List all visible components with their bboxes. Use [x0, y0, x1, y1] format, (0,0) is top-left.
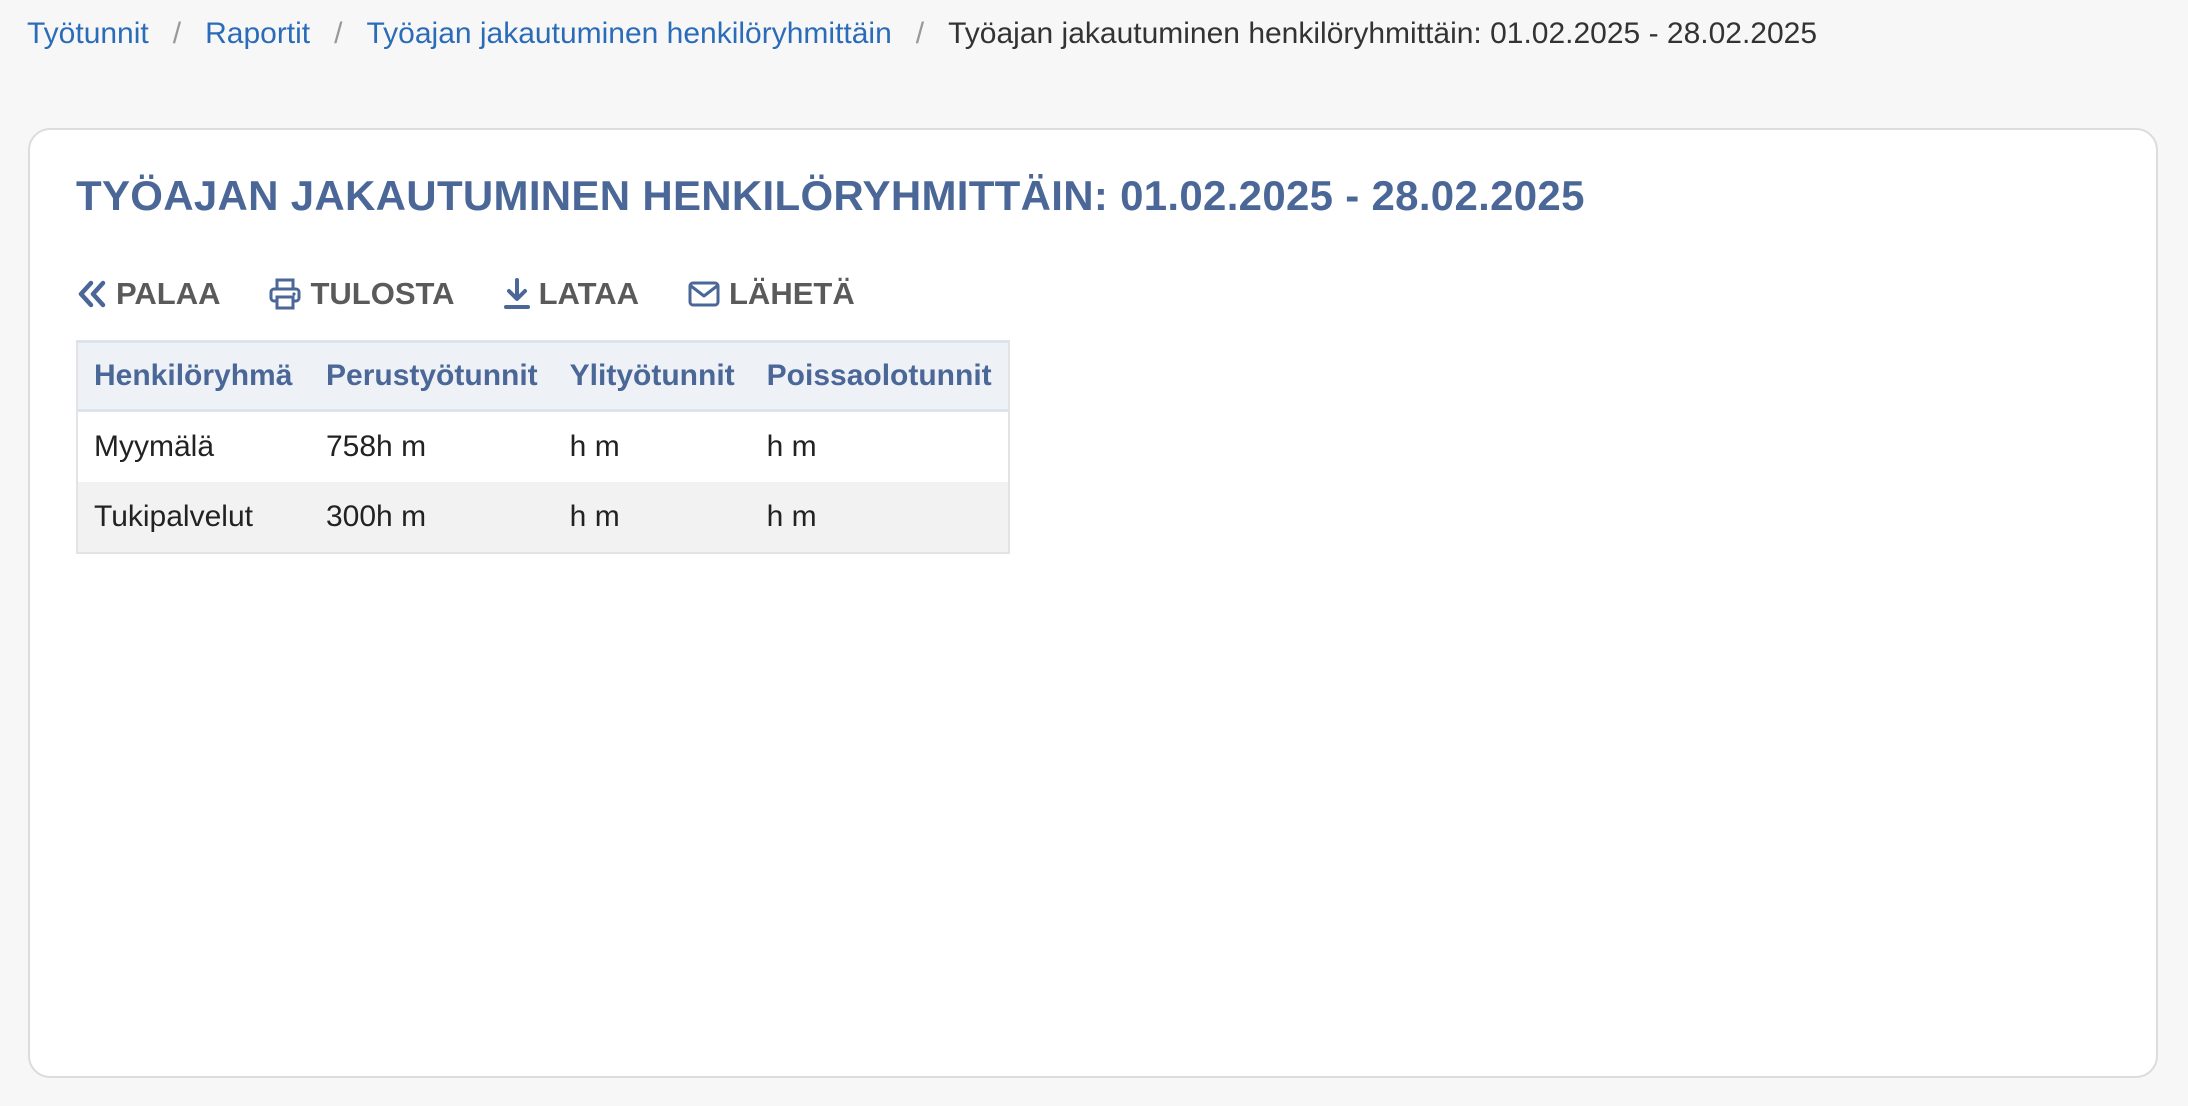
breadcrumb-link-tyotunnit[interactable]: Työtunnit	[27, 17, 149, 51]
back-button-label: PALAA	[116, 276, 221, 311]
breadcrumb-link-report-type[interactable]: Työajan jakautuminen henkilöryhmittäin	[366, 17, 891, 51]
report-table: Henkilöryhmä Perustyötunnit Ylityötunnit…	[76, 340, 1010, 554]
column-header-base-hours[interactable]: Perustyötunnit	[310, 340, 554, 412]
cell-base-hours: 758h m	[326, 430, 427, 463]
column-header-overtime[interactable]: Ylityötunnit	[553, 340, 751, 412]
breadcrumb-link-raportit[interactable]: Raportit	[205, 17, 310, 51]
cell-group: Myymälä	[94, 430, 215, 463]
cell-base-hours: 300h m	[310, 482, 554, 553]
breadcrumb-separator: /	[915, 17, 925, 50]
breadcrumb-separator: /	[334, 17, 343, 50]
envelope-icon	[687, 279, 721, 309]
cell-absence: h m	[750, 482, 1009, 553]
cell-overtime: h m	[553, 482, 751, 553]
column-header-absence[interactable]: Poissaolotunnit	[750, 340, 1009, 412]
report-toolbar: PALAA TULOSTA LATAA LÄHETÄ	[76, 272, 903, 316]
download-icon	[503, 277, 531, 311]
double-chevron-left-icon	[76, 278, 108, 310]
download-button-label: LATAA	[538, 276, 639, 311]
print-button[interactable]: TULOSTA	[268, 276, 455, 312]
send-button-label: LÄHETÄ	[729, 276, 855, 311]
printer-icon	[268, 277, 302, 311]
column-header-group[interactable]: Henkilöryhmä	[77, 340, 310, 412]
report-card: TYÖAJAN JAKAUTUMINEN HENKILÖRYHMITTÄIN: …	[28, 128, 2158, 1078]
table-row: Myymälä 758h m h m h m	[77, 411, 1009, 483]
breadcrumb: Työtunnit / Raportit / Työajan jakautumi…	[27, 14, 1817, 54]
page-title: TYÖAJAN JAKAUTUMINEN HENKILÖRYHMITTÄIN: …	[76, 172, 1585, 219]
table-row: Tukipalvelut 300h m h m h m	[77, 482, 1009, 553]
breadcrumb-separator: /	[172, 17, 182, 50]
send-button[interactable]: LÄHETÄ	[687, 276, 855, 312]
cell-group: Tukipalvelut	[77, 482, 310, 553]
back-button[interactable]: PALAA	[76, 276, 220, 312]
breadcrumb-current: Työajan jakautuminen henkilöryhmittäin: …	[948, 17, 1818, 50]
cell-overtime: h m	[569, 430, 620, 463]
download-button[interactable]: LATAA	[503, 276, 639, 312]
print-button-label: TULOSTA	[310, 276, 455, 311]
cell-absence: h m	[766, 430, 817, 463]
table-header-row: Henkilöryhmä Perustyötunnit Ylityötunnit…	[77, 340, 1009, 412]
